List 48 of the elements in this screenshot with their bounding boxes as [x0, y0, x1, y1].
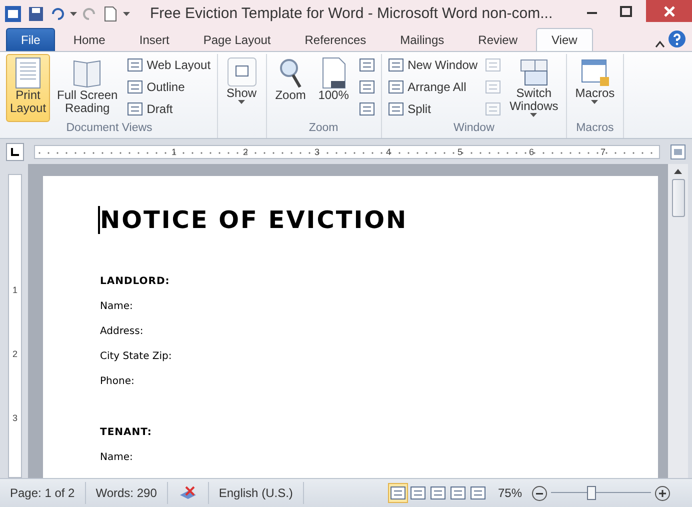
window-title: Free Eviction Template for Word - Microsoft Word non-com...: [150, 5, 554, 22]
ruler-number: 3: [11, 413, 18, 425]
word-count[interactable]: Words: 290: [86, 482, 168, 504]
ribbon-button[interactable]: Split: [386, 99, 480, 119]
ribbon-button[interactable]: New Window: [386, 55, 480, 75]
ribbon-tab[interactable]: Insert: [123, 28, 186, 51]
ribbon-button[interactable]: Switch Windows: [506, 54, 562, 122]
field-label: Address:: [100, 326, 144, 337]
ribbon-button[interactable]: Arrange All: [386, 77, 480, 97]
field-label: Phone:: [100, 376, 136, 387]
field-label: Name:: [100, 301, 134, 312]
ribbon-button[interactable]: Show: [222, 54, 262, 122]
ruler-number: 4: [384, 146, 391, 156]
page-count[interactable]: Page: 1 of 2: [0, 482, 86, 504]
ruler-number: 1: [170, 146, 176, 156]
ruler-number: 2: [11, 349, 18, 361]
group-label: Window: [452, 122, 496, 136]
group-label: Macros: [575, 122, 615, 136]
field-label: City State Zip:: [100, 351, 173, 362]
ruler-number: 2: [242, 146, 248, 156]
section-title: TENANT:: [100, 427, 153, 438]
field-label: Name:: [100, 452, 134, 463]
ribbon-tab[interactable]: File: [6, 28, 56, 51]
ruler-number: 3: [313, 146, 320, 156]
ribbon-button[interactable]: Macros: [571, 54, 619, 122]
ruler-number: 7: [599, 146, 606, 156]
ribbon-button[interactable]: Outline: [124, 77, 213, 97]
group-label: Zoom: [308, 122, 340, 136]
ruler-number: 6: [528, 146, 534, 156]
ribbon-tab[interactable]: Review: [462, 28, 534, 51]
ruler-number: 5: [456, 146, 462, 156]
ribbon-button[interactable]: Full Screen Reading: [53, 54, 122, 122]
ribbon-tab[interactable]: Mailings: [384, 28, 460, 51]
ribbon-button[interactable]: Zoom: [270, 54, 311, 122]
ribbon-button[interactable]: Draft: [124, 99, 213, 119]
ribbon-tab[interactable]: References: [288, 28, 382, 51]
ruler-number: 1: [11, 285, 18, 297]
section-title: LANDLORD:: [100, 276, 171, 287]
ribbon-button[interactable]: 100%: [314, 54, 354, 122]
ribbon-button[interactable]: Print Layout: [6, 54, 50, 122]
group-label: Document Views: [65, 122, 154, 136]
ribbon-tab[interactable]: Page Layout: [187, 28, 287, 51]
ribbon-tab[interactable]: View: [536, 28, 594, 51]
language[interactable]: English (U.S.): [208, 482, 304, 504]
ribbon-tab[interactable]: Home: [57, 28, 122, 51]
document-heading: NOTICE OF EVICTION: [98, 206, 618, 234]
ribbon-button[interactable]: Web Layout: [124, 55, 213, 75]
zoom-level[interactable]: 75%: [488, 482, 532, 504]
